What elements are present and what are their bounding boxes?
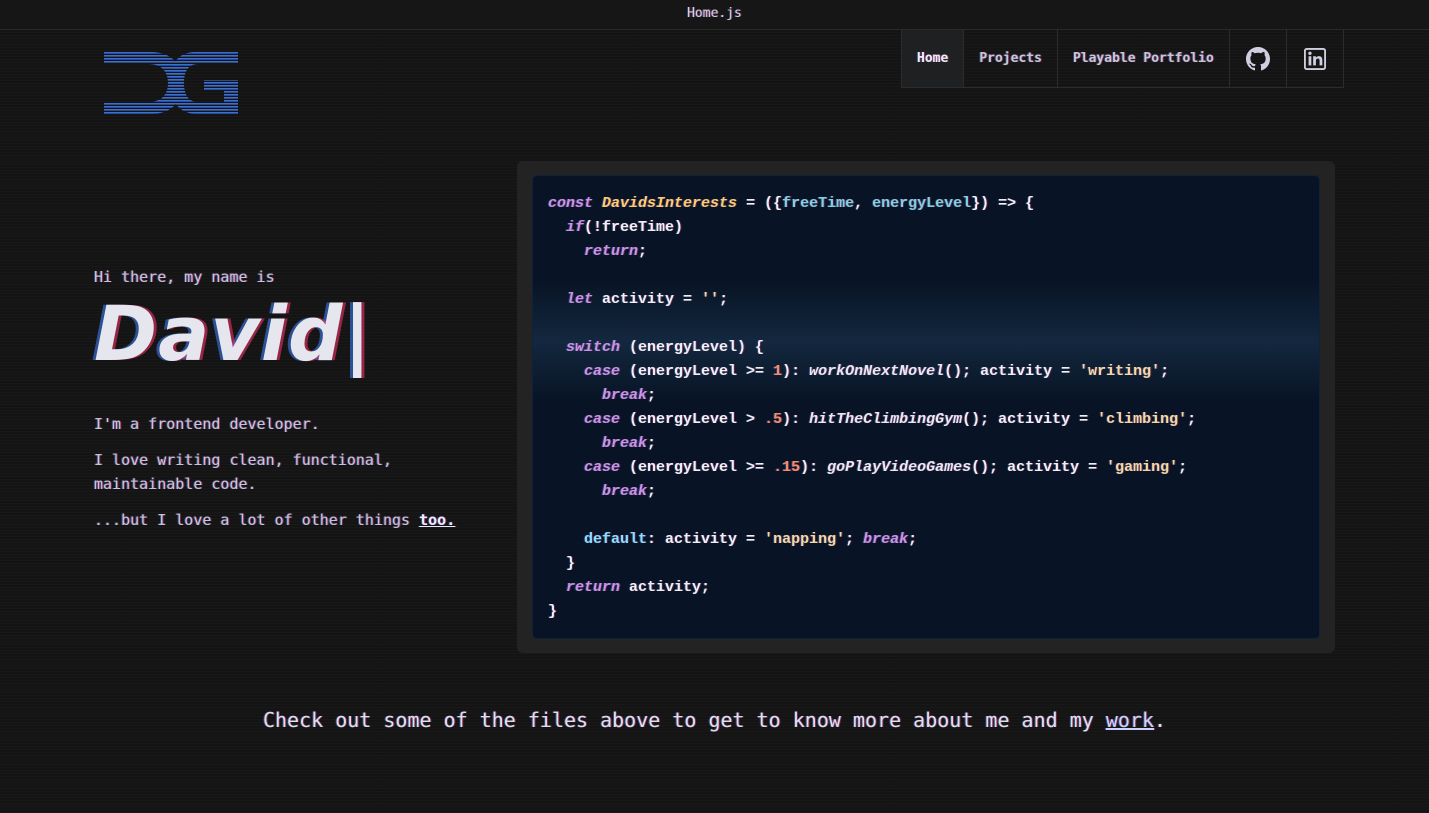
work-link[interactable]: work <box>1106 708 1154 732</box>
typed-name: David| <box>94 289 373 378</box>
window-title: Home.js <box>0 0 1429 30</box>
dg-logo-icon[interactable] <box>100 46 242 120</box>
intro-line-frontend: I'm a frontend developer. <box>94 415 320 433</box>
nav-projects[interactable]: Projects <box>964 30 1058 87</box>
code-editor: const DavidsInterests = ({freeTime, ener… <box>532 175 1320 639</box>
nav-home[interactable]: Home <box>902 30 965 87</box>
code-panel: const DavidsInterests = ({freeTime, ener… <box>517 161 1335 653</box>
greeting-text: Hi there, my name is <box>94 268 275 286</box>
main-nav: Home Projects Playable Portfolio <box>901 30 1344 88</box>
footer-message: Check out some of the files above to get… <box>262 708 1167 732</box>
code-block: const DavidsInterests = ({freeTime, ener… <box>548 195 1197 620</box>
intro-line-clean-code: I love writing clean, functional, maintai… <box>94 451 393 493</box>
intro-line-other-things: ...but I love a lot of other things too. <box>94 511 456 529</box>
github-icon[interactable] <box>1230 30 1287 87</box>
intro-section: Hi there, my name is David| I'm a fronte… <box>94 268 514 532</box>
too-link[interactable]: too. <box>419 511 455 529</box>
nav-playable-portfolio[interactable]: Playable Portfolio <box>1058 30 1230 87</box>
linkedin-icon[interactable] <box>1287 30 1343 87</box>
